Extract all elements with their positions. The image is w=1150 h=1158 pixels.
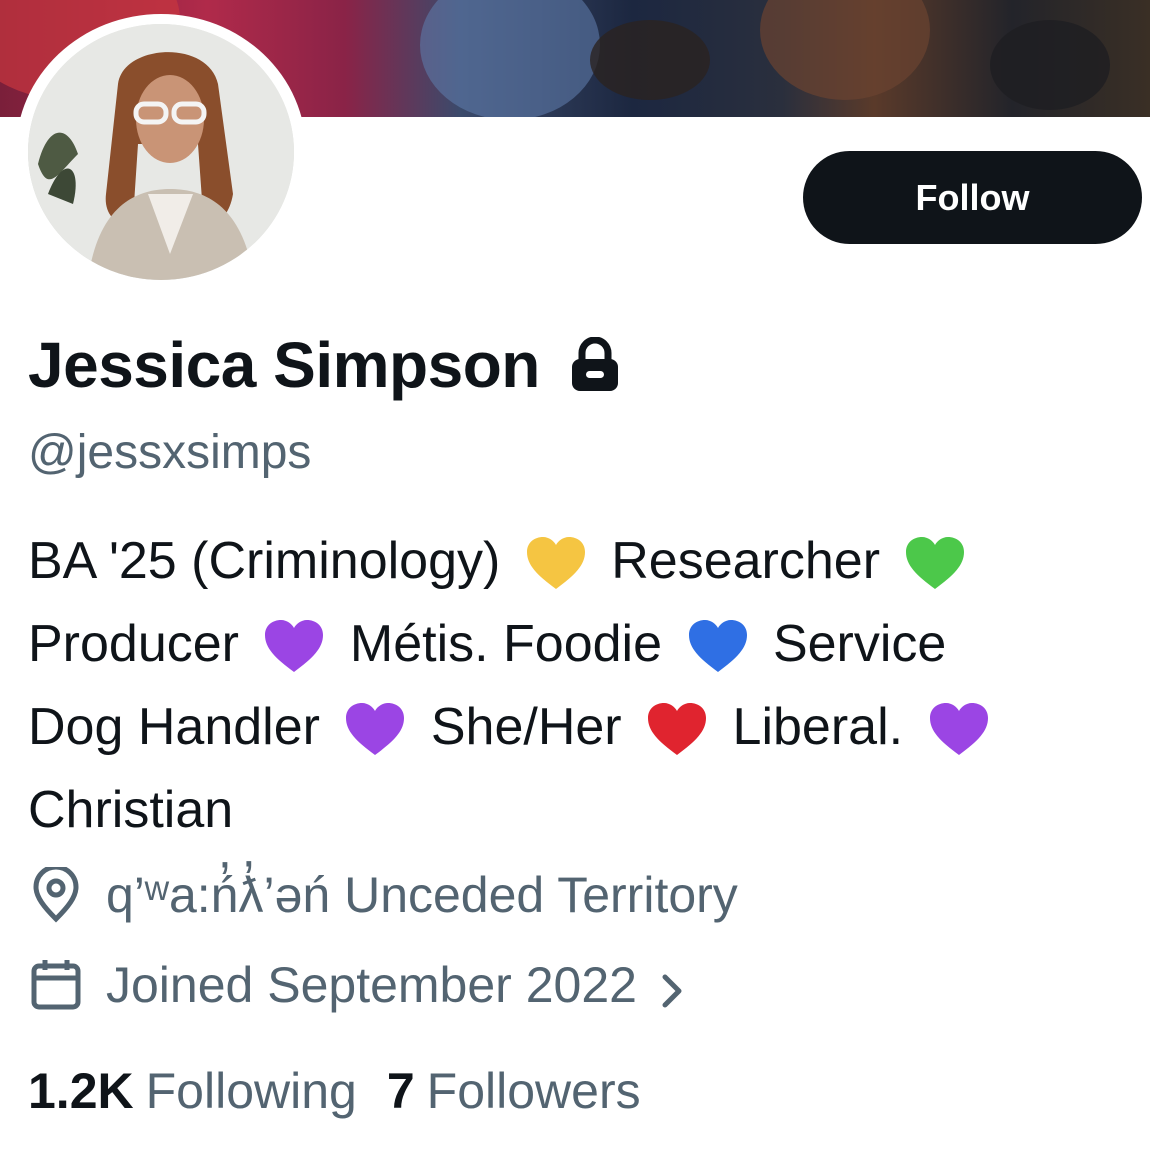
- following-link[interactable]: 1.2K Following: [28, 1062, 357, 1120]
- profile-joined[interactable]: Joined September 2022: [28, 956, 689, 1014]
- avatar[interactable]: [28, 24, 294, 280]
- followers-label: Followers: [426, 1063, 641, 1119]
- display-name: Jessica Simpson: [28, 329, 540, 401]
- bio-line: BA '25 (Criminology) Researcher: [28, 520, 1128, 603]
- bio-text: Service: [772, 615, 947, 673]
- bio-text: Dog Handler: [28, 698, 320, 756]
- purple-heart-icon: [928, 701, 990, 759]
- bio-line: Producer Métis. Foodie Service: [28, 603, 1128, 686]
- location-pin-icon: [28, 864, 84, 923]
- bio-text: She/Her: [430, 698, 622, 756]
- profile-bio: BA '25 (Criminology) Researcher Producer…: [28, 520, 1128, 852]
- bio-line: Dog Handler She/Her Liberal.: [28, 686, 1128, 769]
- lock-icon: [568, 336, 622, 393]
- profile-stats: 1.2K Following 7 Followers: [28, 1062, 641, 1120]
- calendar-icon: [28, 957, 84, 1013]
- bio-text: Métis. Foodie: [349, 615, 663, 673]
- bio-text: BA '25 (Criminology): [28, 532, 501, 590]
- follow-button[interactable]: Follow: [803, 151, 1142, 244]
- bio-text: Christian: [28, 781, 234, 839]
- following-count: 1.2K: [28, 1063, 134, 1119]
- followers-link[interactable]: 7 Followers: [387, 1062, 641, 1120]
- profile-location: q’ʷa:ń̓ƛ̓’əń Unceded Territory: [28, 864, 738, 924]
- bio-text: Producer: [28, 615, 239, 673]
- followers-count: 7: [386, 1063, 415, 1119]
- purple-heart-icon: [344, 701, 406, 759]
- following-label: Following: [145, 1063, 357, 1119]
- bio-text: Liberal.: [732, 698, 904, 756]
- bio-line: Christian: [28, 769, 1128, 852]
- yellow-heart-icon: [525, 535, 587, 593]
- profile-name-row: Jessica Simpson: [28, 325, 622, 405]
- blue-heart-icon: [687, 618, 749, 676]
- joined-text: Joined September 2022: [106, 957, 637, 1013]
- avatar-portrait: [28, 24, 294, 280]
- purple-heart-icon: [263, 618, 325, 676]
- location-text: q’ʷa:ń̓ƛ̓’əń Unceded Territory: [106, 867, 738, 923]
- profile-handle: @jessxsimps: [28, 426, 312, 479]
- green-heart-icon: [904, 535, 966, 593]
- chevron-right-icon: [655, 965, 689, 1008]
- red-heart-icon: [646, 701, 708, 759]
- bio-text: Researcher: [611, 532, 881, 590]
